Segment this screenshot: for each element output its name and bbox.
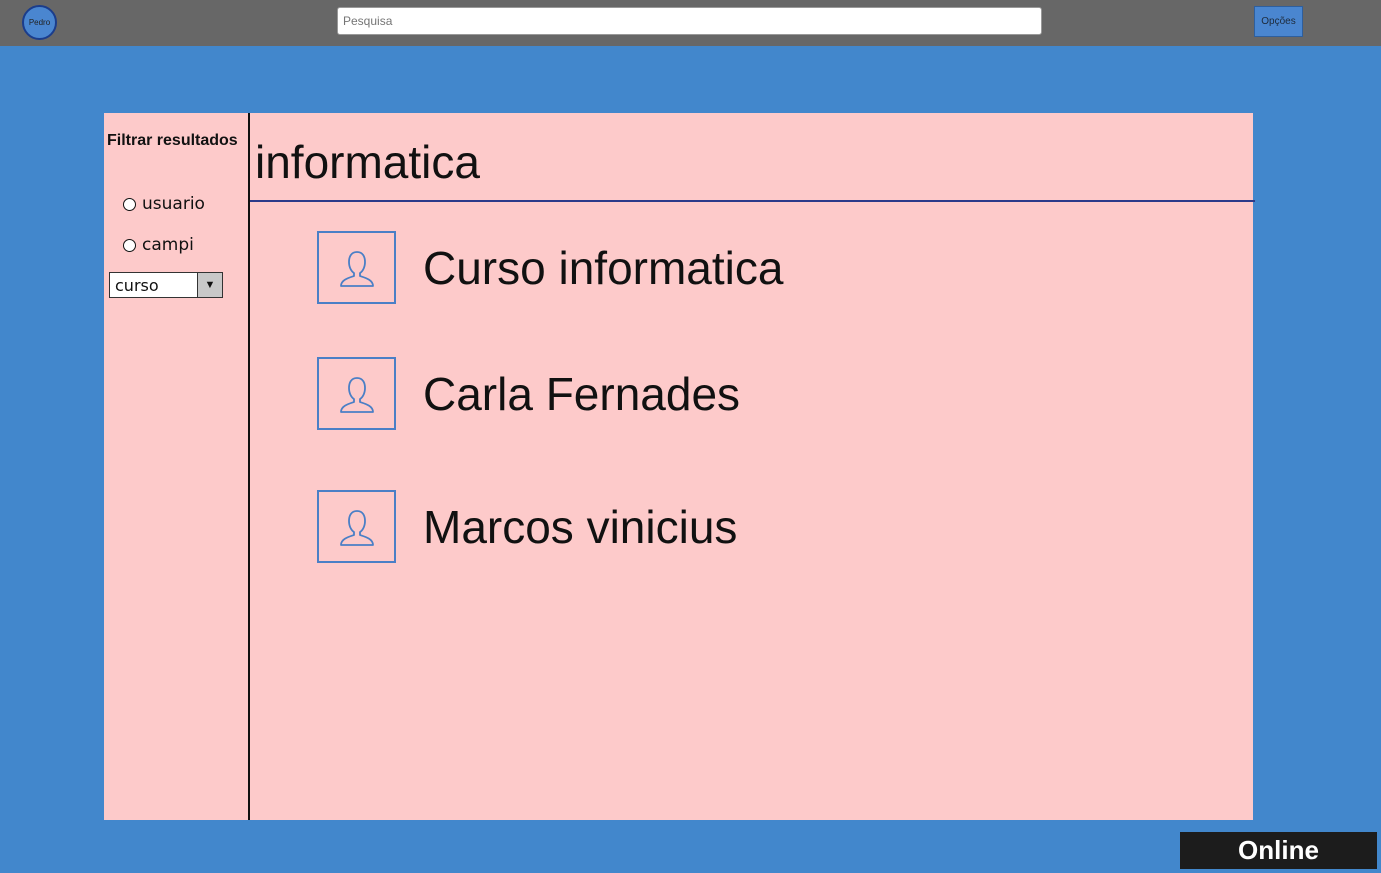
select-value: curso xyxy=(115,276,159,295)
radio-button[interactable] xyxy=(123,238,136,252)
result-name: Curso informatica xyxy=(423,241,784,294)
category-select[interactable]: curso ▼ xyxy=(109,272,223,298)
user-avatar[interactable]: Pedro xyxy=(22,5,57,40)
user-icon xyxy=(317,357,396,430)
result-name: Carla Fernades xyxy=(423,367,741,420)
result-item[interactable]: Curso informatica xyxy=(317,231,783,304)
search-input[interactable] xyxy=(337,7,1042,35)
filter-sidebar: Filtrar resultados usuario campi curso ▼ xyxy=(104,113,250,820)
user-icon xyxy=(317,231,396,304)
status-badge: Online xyxy=(1180,832,1377,869)
title-divider xyxy=(250,200,1255,202)
top-bar: Pedro Opções xyxy=(0,0,1381,46)
result-item[interactable]: Marcos vinicius xyxy=(317,490,737,563)
filter-option-campi[interactable]: campi xyxy=(123,235,194,255)
page-title: informatica xyxy=(255,136,480,188)
filter-title: Filtrar resultados xyxy=(107,132,238,149)
result-name: Marcos vinicius xyxy=(423,500,738,553)
filter-option-usuario[interactable]: usuario xyxy=(123,194,205,214)
avatar-label: Pedro xyxy=(28,18,51,27)
options-button[interactable]: Opções xyxy=(1254,6,1303,37)
radio-button[interactable] xyxy=(123,197,136,211)
dropdown-arrow-icon[interactable]: ▼ xyxy=(197,273,222,297)
filter-option-label: usuario xyxy=(142,194,205,214)
results-panel: Filtrar resultados usuario campi curso ▼… xyxy=(104,113,1255,820)
filter-option-label: campi xyxy=(142,235,194,255)
user-icon xyxy=(317,490,396,563)
result-item[interactable]: Carla Fernades xyxy=(317,357,740,430)
